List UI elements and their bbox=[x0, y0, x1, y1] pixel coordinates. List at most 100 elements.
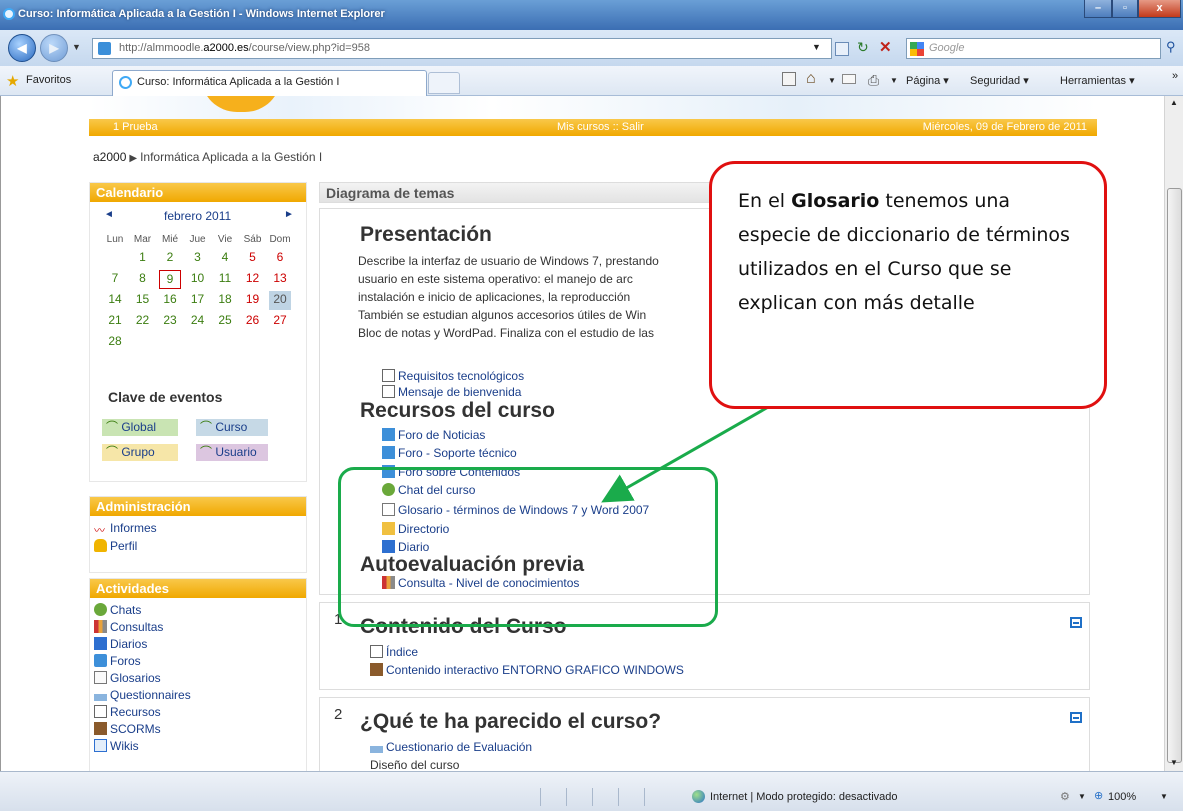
activity-recursos[interactable]: Recursos bbox=[94, 705, 161, 719]
print-icon[interactable]: ⎙ bbox=[868, 72, 879, 89]
admin-item-label: Informes bbox=[110, 521, 157, 535]
collapse-icon[interactable] bbox=[1070, 617, 1082, 628]
calendar-day[interactable]: 10 bbox=[187, 270, 209, 289]
calendar-month[interactable]: febrero 2011 bbox=[164, 209, 231, 223]
calendar-day[interactable]: 8 bbox=[132, 270, 154, 289]
forum-noticias[interactable]: Foro de Noticias bbox=[382, 428, 485, 442]
calendar-day[interactable]: 9 bbox=[159, 270, 181, 289]
back-button[interactable]: ◀ bbox=[8, 34, 36, 62]
calendar-day[interactable]: 16 bbox=[159, 291, 181, 310]
activity-questionnaires[interactable]: Questionnaires bbox=[94, 688, 191, 702]
close-button[interactable]: x bbox=[1138, 0, 1181, 18]
activity-foros[interactable]: Foros bbox=[94, 654, 141, 668]
home-icon[interactable]: ⌂ bbox=[806, 70, 816, 88]
activity-glosarios[interactable]: Glosarios bbox=[94, 671, 161, 685]
calendar-day[interactable]: 5 bbox=[242, 249, 264, 268]
print-dropdown-icon[interactable]: ▼ bbox=[890, 76, 898, 85]
breadcrumb-home[interactable]: a2000 bbox=[93, 150, 126, 164]
stop-icon[interactable]: ✕ bbox=[879, 38, 892, 56]
calendar-day[interactable]: 4 bbox=[214, 249, 236, 268]
calendar-day[interactable]: 24 bbox=[187, 312, 209, 331]
event-grupo[interactable]: ⌒ Grupo bbox=[102, 444, 178, 461]
scroll-up-icon[interactable]: ▲ bbox=[1170, 98, 1178, 107]
url-dropdown-icon[interactable]: ▼ bbox=[812, 42, 821, 52]
zoom-dropdown-icon[interactable]: ▼ bbox=[1078, 792, 1086, 801]
calendar-day[interactable]: 22 bbox=[132, 312, 154, 331]
calendar-day[interactable]: 3 bbox=[187, 249, 209, 268]
mail-icon[interactable] bbox=[842, 74, 856, 84]
calendar-day[interactable]: 12 bbox=[242, 270, 264, 289]
search-input[interactable]: Google bbox=[906, 38, 1161, 59]
calendar-day[interactable]: 19 bbox=[242, 291, 264, 310]
profile-icon bbox=[94, 539, 107, 552]
toolbar-chevron-icon[interactable]: » bbox=[1172, 70, 1178, 82]
forward-button[interactable]: ▶ bbox=[40, 34, 68, 62]
scroll-down-icon[interactable]: ▼ bbox=[1170, 758, 1178, 767]
event-curso[interactable]: ⌒ Curso bbox=[196, 419, 268, 436]
refresh-icon[interactable]: ↻ bbox=[857, 39, 869, 56]
calendar-day[interactable]: 23 bbox=[159, 312, 181, 331]
favorites-star-icon[interactable]: ★ bbox=[6, 72, 19, 90]
activity-chats[interactable]: Chats bbox=[94, 603, 141, 617]
calendar-day[interactable]: 1 bbox=[132, 249, 154, 268]
activity-scorms[interactable]: SCORMs bbox=[94, 722, 161, 736]
page-menu[interactable]: Página ▾ bbox=[906, 74, 949, 87]
status-bar: Internet | Modo protegido: desactivado ⚙… bbox=[0, 771, 1183, 811]
feeds-icon[interactable] bbox=[782, 72, 796, 86]
activity-consultas[interactable]: Consultas bbox=[94, 620, 163, 634]
admin-item-perfil[interactable]: Perfil bbox=[94, 539, 137, 553]
event-usuario[interactable]: ⌒ Usuario bbox=[196, 444, 268, 461]
activity-wikis[interactable]: Wikis bbox=[94, 739, 139, 753]
security-menu[interactable]: Seguridad ▾ bbox=[970, 74, 1029, 87]
cuestionario-link[interactable]: Cuestionario de Evaluación bbox=[370, 740, 532, 754]
minimize-button[interactable]: – bbox=[1084, 0, 1112, 18]
home-dropdown-icon[interactable]: ▼ bbox=[828, 76, 836, 85]
favorites-button[interactable]: Favoritos bbox=[26, 74, 71, 86]
collapse-icon[interactable] bbox=[1070, 712, 1082, 723]
calendar-day[interactable]: 15 bbox=[132, 291, 154, 310]
calendar-day[interactable]: 2 bbox=[159, 249, 181, 268]
calendar-day[interactable]: 17 bbox=[187, 291, 209, 310]
calendar-day[interactable]: 20 bbox=[269, 291, 291, 310]
resource-requisitos[interactable]: Requisitos tecnológicos bbox=[382, 369, 524, 383]
description-line: Describe la interfaz de usuario de Windo… bbox=[358, 254, 659, 268]
admin-item-informes[interactable]: 〰 Informes bbox=[94, 521, 157, 537]
vertical-scrollbar[interactable]: ▲ ▼ bbox=[1164, 96, 1183, 771]
tab-current[interactable]: Curso: Informática Aplicada a la Gestión… bbox=[112, 70, 427, 96]
security-zone[interactable]: Internet | Modo protegido: desactivado bbox=[710, 791, 898, 803]
calendar-day[interactable]: 26 bbox=[242, 312, 264, 331]
protected-mode-icon[interactable]: ⚙ bbox=[1060, 790, 1070, 803]
highlight-box bbox=[338, 467, 718, 627]
calendar-day[interactable]: 6 bbox=[269, 249, 291, 268]
search-icon[interactable]: ⚲ bbox=[1166, 39, 1176, 55]
activity-diarios[interactable]: Diarios bbox=[94, 637, 147, 651]
forum-soporte[interactable]: Foro - Soporte técnico bbox=[382, 446, 517, 460]
maximize-button[interactable]: ▫ bbox=[1112, 0, 1138, 18]
calendar-day[interactable]: 13 bbox=[269, 270, 291, 289]
calendar-prev-icon[interactable]: ◄ bbox=[104, 209, 114, 220]
calendar-next-icon[interactable]: ► bbox=[284, 209, 294, 220]
history-dropdown-icon[interactable]: ▼ bbox=[72, 42, 81, 52]
calendar-day[interactable]: 28 bbox=[104, 333, 126, 352]
compatibility-icon[interactable] bbox=[835, 42, 849, 56]
event-grupo-icon: ⌒ bbox=[106, 445, 122, 459]
new-tab-button[interactable] bbox=[428, 72, 460, 94]
calendar-day[interactable]: 18 bbox=[214, 291, 236, 310]
calendar-day[interactable]: 14 bbox=[104, 291, 126, 310]
indice-link[interactable]: Índice bbox=[370, 645, 418, 659]
tools-menu[interactable]: Herramientas ▾ bbox=[1060, 74, 1135, 87]
band-links[interactable]: Mis cursos :: Salir bbox=[557, 119, 644, 136]
zoom-level[interactable]: 100% bbox=[1108, 791, 1136, 803]
address-input[interactable]: http://almmoodle.a2000.es/course/view.ph… bbox=[92, 38, 832, 59]
zoom-menu-icon[interactable]: ▼ bbox=[1160, 792, 1168, 801]
resource-bienvenida[interactable]: Mensaje de bienvenida bbox=[382, 385, 521, 399]
calendar-day[interactable]: 21 bbox=[104, 312, 126, 331]
calendar-day[interactable]: 25 bbox=[214, 312, 236, 331]
band-user[interactable]: 1 Prueba bbox=[113, 119, 158, 136]
scroll-thumb[interactable] bbox=[1167, 188, 1182, 763]
calendar-day[interactable]: 11 bbox=[214, 270, 236, 289]
calendar-day[interactable]: 27 bbox=[269, 312, 291, 331]
calendar-day[interactable]: 7 bbox=[104, 270, 126, 289]
event-global[interactable]: ⌒ Global bbox=[102, 419, 178, 436]
scorm-link[interactable]: Contenido interactivo ENTORNO GRAFICO WI… bbox=[370, 663, 684, 677]
